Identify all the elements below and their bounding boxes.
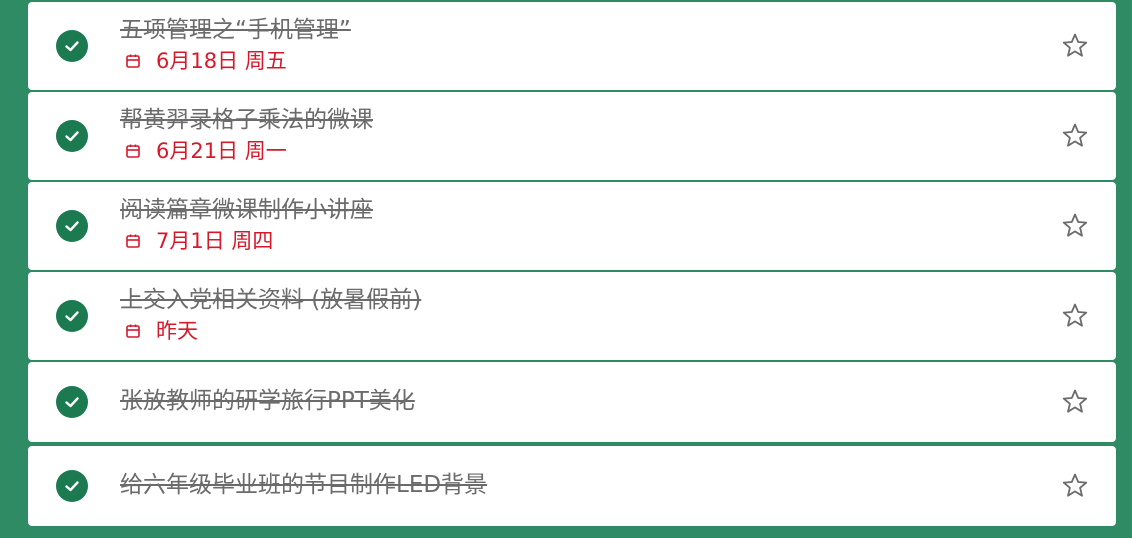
calendar-icon — [126, 324, 140, 338]
task-item[interactable]: 给六年级毕业班的节目制作LED背景 — [28, 446, 1116, 526]
task-title[interactable]: 五项管理之“手机管理” — [120, 15, 351, 45]
task-title[interactable]: 上交入党相关资料 (放暑假前) — [120, 285, 421, 315]
task-title[interactable]: 阅读篇章微课制作小讲座 — [120, 195, 373, 225]
completed-check-icon[interactable] — [56, 300, 88, 332]
task-item[interactable]: 阅读篇章微课制作小讲座 7月1日 周四 — [28, 182, 1116, 270]
due-date: 6月18日 周五 — [124, 47, 287, 75]
star-icon[interactable] — [1060, 31, 1090, 61]
completed-check-icon[interactable] — [56, 120, 88, 152]
calendar-icon — [126, 54, 140, 68]
task-item[interactable]: 张放教师的研学旅行PPT美化 — [28, 362, 1116, 442]
task-title[interactable]: 给六年级毕业班的节目制作LED背景 — [120, 470, 487, 500]
due-date-text: 6月18日 周五 — [156, 49, 287, 73]
completed-check-icon[interactable] — [56, 386, 88, 418]
completed-check-icon[interactable] — [56, 210, 88, 242]
star-icon[interactable] — [1060, 471, 1090, 501]
task-title[interactable]: 张放教师的研学旅行PPT美化 — [120, 386, 415, 416]
due-date-text: 6月21日 周一 — [156, 139, 287, 163]
task-item[interactable]: 帮黄羿录格子乘法的微课 6月21日 周一 — [28, 92, 1116, 180]
star-icon[interactable] — [1060, 387, 1090, 417]
task-title[interactable]: 帮黄羿录格子乘法的微课 — [120, 105, 373, 135]
calendar-icon — [126, 144, 140, 158]
due-date: 7月1日 周四 — [124, 227, 273, 255]
due-date: 昨天 — [124, 317, 198, 345]
calendar-icon — [126, 234, 140, 248]
completed-check-icon[interactable] — [56, 470, 88, 502]
star-icon[interactable] — [1060, 301, 1090, 331]
star-icon[interactable] — [1060, 211, 1090, 241]
due-date: 6月21日 周一 — [124, 137, 287, 165]
due-date-text: 昨天 — [156, 319, 198, 343]
due-date-text: 7月1日 周四 — [156, 229, 274, 253]
completed-check-icon[interactable] — [56, 30, 88, 62]
task-list: 五项管理之“手机管理” 6月18日 周五 帮黄羿录格子乘法的微课 6月21日 周… — [28, 2, 1116, 528]
task-item[interactable]: 五项管理之“手机管理” 6月18日 周五 — [28, 2, 1116, 90]
task-item[interactable]: 上交入党相关资料 (放暑假前) 昨天 — [28, 272, 1116, 360]
star-icon[interactable] — [1060, 121, 1090, 151]
